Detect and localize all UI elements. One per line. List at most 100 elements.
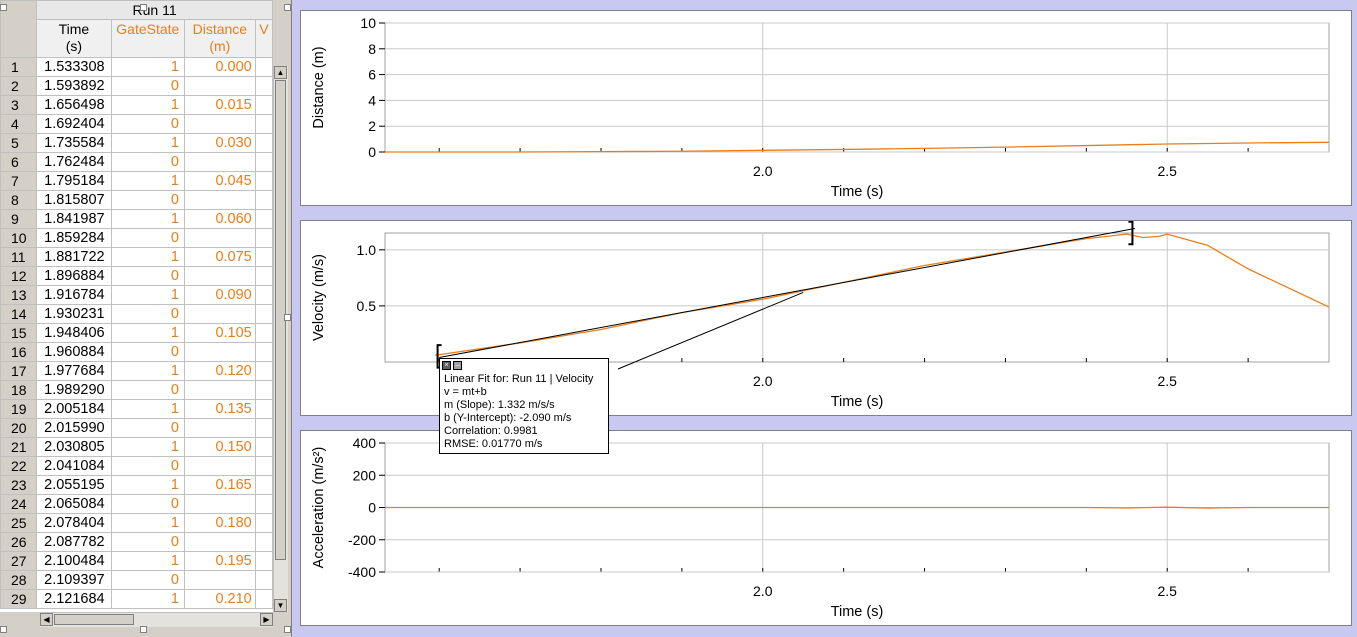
cell-velocity[interactable] — [254, 95, 273, 115]
table-row[interactable]: 7 1.795184 1 0.045 — [0, 171, 273, 191]
table-row[interactable]: 27 2.100484 1 0.195 — [0, 551, 273, 571]
row-number[interactable]: 29 — [0, 589, 38, 609]
table-row[interactable]: 18 1.989290 0 — [0, 380, 273, 400]
cell-gatestate[interactable]: 0 — [110, 342, 185, 362]
cell-velocity[interactable] — [254, 114, 273, 134]
cell-velocity[interactable] — [254, 494, 273, 514]
table-row[interactable]: 29 2.121684 1 0.210 — [0, 589, 273, 609]
table-row[interactable]: 20 2.015990 0 — [0, 418, 273, 438]
cell-time[interactable]: 1.977684 — [36, 361, 112, 381]
distance-graph-canvas[interactable]: 2.0 2.5 0 2 4 6 8 10 Time (s) Distance (m) — [301, 11, 1353, 207]
row-number[interactable]: 13 — [0, 285, 38, 305]
row-number[interactable]: 2 — [0, 76, 38, 96]
cell-velocity[interactable] — [254, 418, 273, 438]
row-number[interactable]: 18 — [0, 380, 38, 400]
cell-velocity[interactable] — [254, 228, 273, 248]
cell-gatestate[interactable]: 1 — [110, 57, 185, 77]
linear-fit-annotation[interactable]: × – Linear Fit for: Run 11 | Velocity v … — [439, 358, 609, 454]
cell-gatestate[interactable]: 0 — [110, 380, 185, 400]
cell-velocity[interactable] — [254, 589, 273, 609]
row-number[interactable]: 7 — [0, 171, 38, 191]
table-row[interactable]: 9 1.841987 1 0.060 — [0, 209, 273, 229]
table-resize-handle-bottom-right[interactable] — [284, 626, 291, 633]
table-row[interactable]: 26 2.087782 0 — [0, 532, 273, 552]
cell-time[interactable]: 1.735584 — [36, 133, 112, 153]
cell-gatestate[interactable]: 0 — [110, 456, 185, 476]
cell-distance[interactable] — [183, 76, 256, 96]
cell-distance[interactable]: 0.090 — [183, 285, 256, 305]
cell-velocity[interactable] — [254, 152, 273, 172]
cell-time[interactable]: 1.795184 — [36, 171, 112, 191]
cell-time[interactable]: 1.948406 — [36, 323, 112, 343]
table-row[interactable]: 15 1.948406 1 0.105 — [0, 323, 273, 343]
cell-time[interactable]: 2.100484 — [36, 551, 112, 571]
cell-velocity[interactable] — [254, 209, 273, 229]
row-number[interactable]: 19 — [0, 399, 38, 419]
cell-velocity[interactable] — [254, 247, 273, 267]
table-resize-handle-top-right[interactable] — [284, 4, 291, 11]
table-row[interactable]: 17 1.977684 1 0.120 — [0, 361, 273, 381]
table-resize-handle-top-middle[interactable] — [140, 4, 147, 11]
cell-time[interactable]: 1.593892 — [36, 76, 112, 96]
table-vertical-scrollbar[interactable]: ▲ ▼ — [273, 66, 288, 612]
table-row[interactable]: 23 2.055195 1 0.165 — [0, 475, 273, 495]
scroll-down-arrow-icon[interactable]: ▼ — [274, 599, 287, 612]
cell-gatestate[interactable]: 0 — [110, 114, 185, 134]
cell-time[interactable]: 2.041084 — [36, 456, 112, 476]
cell-time[interactable]: 1.989290 — [36, 380, 112, 400]
cell-distance[interactable] — [183, 342, 256, 362]
row-number[interactable]: 4 — [0, 114, 38, 134]
cell-time[interactable]: 2.055195 — [36, 475, 112, 495]
cell-time[interactable]: 2.015990 — [36, 418, 112, 438]
cell-gatestate[interactable]: 1 — [110, 399, 185, 419]
cell-distance[interactable] — [183, 456, 256, 476]
cell-velocity[interactable] — [254, 57, 273, 77]
row-number[interactable]: 6 — [0, 152, 38, 172]
table-row[interactable]: 22 2.041084 0 — [0, 456, 273, 476]
run-header[interactable]: Run 11 — [36, 0, 273, 20]
table-horizontal-scrollbar[interactable]: ◀ ▶ — [40, 612, 273, 627]
table-row[interactable]: 8 1.815807 0 — [0, 190, 273, 210]
cell-distance[interactable]: 0.060 — [183, 209, 256, 229]
row-number[interactable]: 14 — [0, 304, 38, 324]
cell-time[interactable]: 1.533308 — [36, 57, 112, 77]
row-number[interactable]: 25 — [0, 513, 38, 533]
cell-gatestate[interactable]: 1 — [110, 171, 185, 191]
row-number[interactable]: 12 — [0, 266, 38, 286]
row-number[interactable]: 27 — [0, 551, 38, 571]
cell-velocity[interactable] — [254, 304, 273, 324]
cell-gatestate[interactable]: 0 — [110, 190, 185, 210]
acceleration-graph-canvas[interactable]: 2.0 2.5 -400 -200 0 200 400 Time (s) Acceleratio… — [301, 431, 1353, 627]
column-header-velocity[interactable]: V — [254, 19, 273, 58]
table-row[interactable]: 4 1.692404 0 — [0, 114, 273, 134]
row-number[interactable]: 8 — [0, 190, 38, 210]
cell-gatestate[interactable]: 0 — [110, 266, 185, 286]
cell-time[interactable]: 2.121684 — [36, 589, 112, 609]
cell-gatestate[interactable]: 0 — [110, 532, 185, 552]
table-resize-handle-right-middle[interactable] — [284, 314, 291, 321]
cell-gatestate[interactable]: 1 — [110, 513, 185, 533]
cell-distance[interactable]: 0.105 — [183, 323, 256, 343]
cell-time[interactable]: 1.762484 — [36, 152, 112, 172]
cell-distance[interactable]: 0.150 — [183, 437, 256, 457]
cell-distance[interactable] — [183, 152, 256, 172]
row-number[interactable]: 22 — [0, 456, 38, 476]
cell-gatestate[interactable]: 1 — [110, 285, 185, 305]
table-row[interactable]: 1 1.533308 1 0.000 — [0, 57, 273, 77]
cell-velocity[interactable] — [254, 171, 273, 191]
table-resize-handle-top-left[interactable] — [0, 4, 7, 11]
cell-velocity[interactable] — [254, 361, 273, 381]
cell-gatestate[interactable]: 1 — [110, 209, 185, 229]
table-row[interactable]: 28 2.109397 0 — [0, 570, 273, 590]
table-row[interactable]: 12 1.896884 0 — [0, 266, 273, 286]
cell-distance[interactable]: 0.210 — [183, 589, 256, 609]
column-header-gatestate[interactable]: GateState — [110, 19, 185, 58]
scroll-up-arrow-icon[interactable]: ▲ — [274, 66, 287, 79]
cell-time[interactable]: 1.960884 — [36, 342, 112, 362]
cell-velocity[interactable] — [254, 456, 273, 476]
cell-gatestate[interactable]: 1 — [110, 475, 185, 495]
cell-gatestate[interactable]: 1 — [110, 361, 185, 381]
cell-velocity[interactable] — [254, 513, 273, 533]
cell-distance[interactable]: 0.135 — [183, 399, 256, 419]
cell-distance[interactable] — [183, 266, 256, 286]
